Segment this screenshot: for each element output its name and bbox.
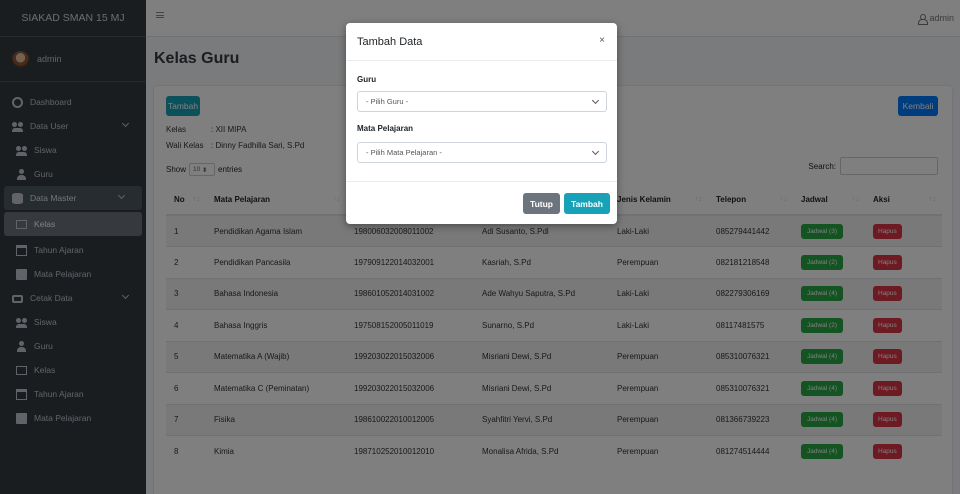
- submit-button[interactable]: Tambah: [564, 193, 610, 214]
- modal-header: Tambah Data: [346, 23, 617, 61]
- mata-pelajaran-select[interactable]: - Pilih Mata Pelajaran -: [357, 142, 607, 163]
- mata-pelajaran-label: Mata Pelajaran: [357, 124, 414, 133]
- chevron-down-icon: [591, 96, 600, 105]
- tambah-data-modal: Tambah Data × Guru - Pilih Guru - Mata P…: [346, 23, 617, 224]
- chevron-down-icon: [591, 147, 600, 156]
- guru-label: Guru: [357, 75, 377, 84]
- cancel-button[interactable]: Tutup: [523, 193, 560, 214]
- modal-footer: Tutup Tambah: [346, 181, 617, 224]
- close-icon[interactable]: ×: [599, 35, 605, 46]
- modal-title: Tambah Data: [357, 35, 423, 48]
- guru-select[interactable]: - Pilih Guru -: [357, 91, 607, 112]
